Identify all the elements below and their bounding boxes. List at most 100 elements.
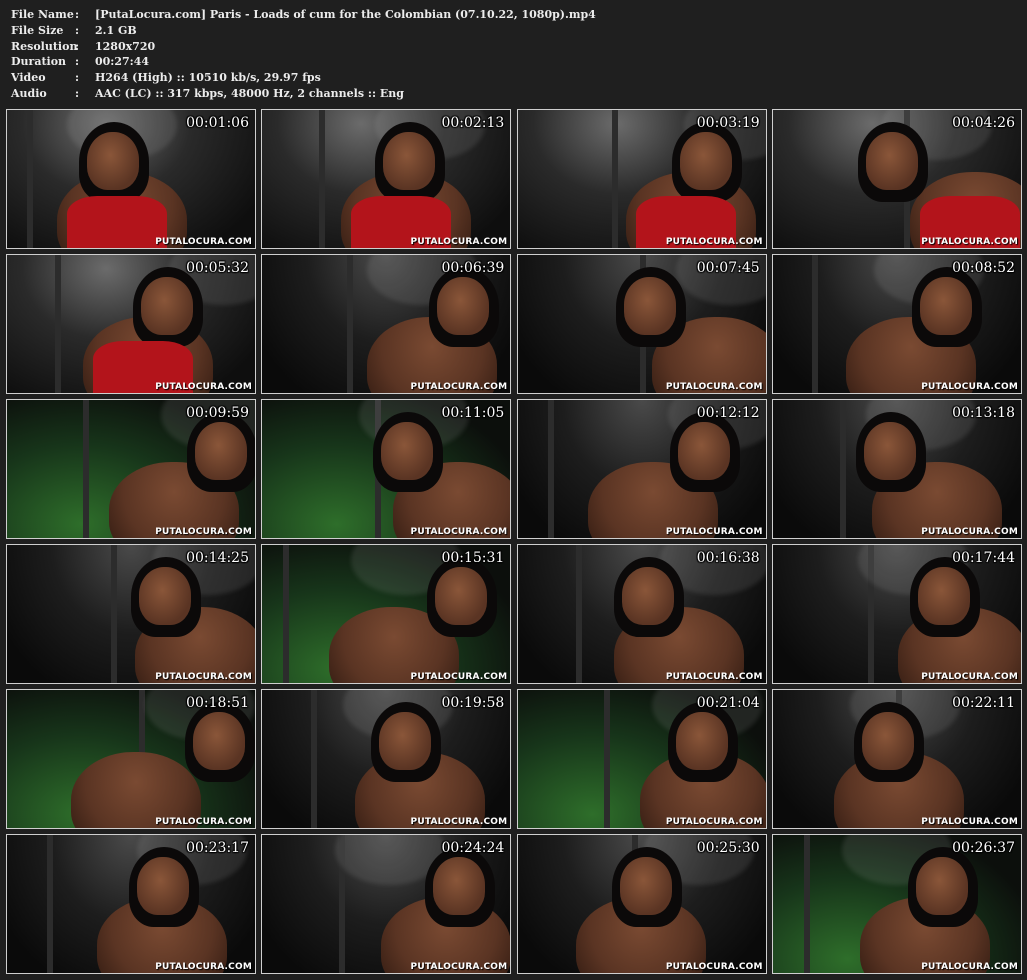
info-row-video: Video : H264 (High) :: 10510 kb/s, 29.97… [11, 70, 596, 86]
watermark-text: PUTALOCURA.COM [921, 817, 1018, 827]
info-row-audio: Audio : AAC (LC) :: 317 kbps, 48000 Hz, … [11, 86, 596, 102]
thumbnail-timestamp: 00:07:45 [696, 260, 760, 276]
info-row-duration: Duration : 00:27:44 [11, 54, 596, 70]
thumbnail-timestamp: 00:02:13 [441, 115, 505, 131]
watermark-text: PUTALOCURA.COM [665, 237, 763, 247]
person-head [917, 567, 970, 625]
file-info-panel: File Name : [PutaLocura.com] Paris - Loa… [11, 7, 596, 102]
booth-wall [319, 110, 326, 248]
watermark-text: PUTALOCURA.COM [665, 382, 763, 392]
info-value: H264 (High) :: 10510 kb/s, 29.97 fps [95, 71, 321, 85]
person-head [87, 132, 139, 190]
thumbnail-timestamp: 00:12:12 [696, 405, 760, 421]
video-thumbnail: 00:09:59 PUTALOCURA.COM [6, 399, 256, 539]
info-key: File Size [11, 23, 64, 37]
person-head [195, 422, 247, 480]
thumbnail-timestamp: 00:17:44 [952, 550, 1015, 566]
watermark-text: PUTALOCURA.COM [665, 527, 763, 537]
watermark-text: PUTALOCURA.COM [155, 527, 252, 537]
person-head [619, 857, 672, 915]
video-thumbnail: 00:16:38 PUTALOCURA.COM [516, 544, 767, 684]
thumbnail-timestamp: 00:25:30 [696, 840, 760, 856]
video-thumbnail: 00:04:26 PUTALOCURA.COM [771, 109, 1022, 249]
watermark-text: PUTALOCURA.COM [921, 672, 1018, 682]
video-thumbnail: 00:14:25 PUTALOCURA.COM [6, 544, 256, 684]
booth-wall [547, 400, 554, 538]
person-head [675, 712, 728, 770]
thumbnail-timestamp: 00:04:26 [952, 115, 1015, 131]
booth-wall [83, 400, 89, 538]
video-thumbnail: 00:11:05 PUTALOCURA.COM [261, 399, 512, 539]
info-row-file-size: File Size : 2.1 GB [11, 23, 596, 39]
booth-wall [811, 255, 818, 393]
thumbnail-timestamp: 00:11:05 [441, 405, 505, 421]
watermark-text: PUTALOCURA.COM [155, 382, 252, 392]
booth-wall [575, 545, 582, 683]
booth-wall [803, 835, 810, 973]
thumbnail-timestamp: 00:18:51 [186, 695, 249, 711]
booth-wall [311, 690, 318, 828]
watermark-text: PUTALOCURA.COM [410, 817, 508, 827]
video-thumbnail: 00:17:44 PUTALOCURA.COM [771, 544, 1022, 684]
person-head [381, 422, 434, 480]
thumbnail-grid: 00:01:06 PUTALOCURA.COM 00:02:13 PUTALOCURA… [6, 109, 1022, 974]
info-separator: : [75, 71, 80, 85]
watermark-text: PUTALOCURA.COM [665, 672, 763, 682]
video-thumbnail: 00:21:04 PUTALOCURA.COM [516, 689, 767, 829]
video-thumbnail: 00:25:30 PUTALOCURA.COM [516, 834, 767, 974]
video-thumbnail: 00:05:32 PUTALOCURA.COM [6, 254, 256, 394]
person-head [141, 277, 193, 335]
thumbnail-timestamp: 00:14:25 [186, 550, 249, 566]
video-thumbnail: 00:01:06 PUTALOCURA.COM [6, 109, 256, 249]
info-separator: : [75, 86, 80, 100]
watermark-text: PUTALOCURA.COM [155, 237, 252, 247]
watermark-text: PUTALOCURA.COM [155, 672, 252, 682]
person-head [865, 132, 918, 190]
person-head [137, 857, 189, 915]
thumbnail-timestamp: 00:16:38 [696, 550, 760, 566]
info-row-resolution: Resolution : 1280x720 [11, 39, 596, 55]
person-head [621, 567, 674, 625]
video-thumbnail: 00:08:52 PUTALOCURA.COM [771, 254, 1022, 394]
booth-wall [111, 545, 117, 683]
info-value: 2.1 GB [95, 23, 137, 37]
person-head [915, 857, 968, 915]
watermark-text: PUTALOCURA.COM [410, 527, 508, 537]
thumbnail-timestamp: 00:15:31 [441, 550, 505, 566]
video-thumbnail: 00:02:13 PUTALOCURA.COM [261, 109, 512, 249]
info-value: [PutaLocura.com] Paris - Loads of cum fo… [95, 8, 596, 21]
video-thumbnail: 00:19:58 PUTALOCURA.COM [261, 689, 512, 829]
info-separator: : [75, 23, 80, 37]
watermark-text: PUTALOCURA.COM [410, 382, 508, 392]
person-head [437, 277, 490, 335]
video-thumbnail: 00:12:12 PUTALOCURA.COM [516, 399, 767, 539]
video-thumbnail: 00:24:24 PUTALOCURA.COM [261, 834, 512, 974]
booth-wall [347, 255, 354, 393]
info-key: Duration [11, 55, 67, 69]
info-separator: : [75, 55, 80, 69]
video-thumbnail: 00:03:19 PUTALOCURA.COM [516, 109, 767, 249]
video-thumbnail: 00:22:11 PUTALOCURA.COM [771, 689, 1022, 829]
thumbnail-timestamp: 00:03:19 [696, 115, 760, 131]
booth-wall [839, 400, 846, 538]
person-head [435, 567, 488, 625]
thumbnail-timestamp: 00:13:18 [952, 405, 1015, 421]
thumbnail-timestamp: 00:21:04 [696, 695, 760, 711]
red-top [67, 196, 167, 248]
video-thumbnail: 00:07:45 PUTALOCURA.COM [516, 254, 767, 394]
thumbnail-timestamp: 00:23:17 [186, 840, 249, 856]
watermark-text: PUTALOCURA.COM [155, 817, 252, 827]
thumbnail-timestamp: 00:08:52 [952, 260, 1015, 276]
booth-wall [611, 110, 618, 248]
person-head [861, 712, 914, 770]
watermark-text: PUTALOCURA.COM [155, 962, 252, 972]
person-head [139, 567, 191, 625]
video-thumbnail: 00:26:37 PUTALOCURA.COM [771, 834, 1022, 974]
watermark-text: PUTALOCURA.COM [410, 962, 508, 972]
watermark-text: PUTALOCURA.COM [410, 672, 508, 682]
thumbnail-timestamp: 00:22:11 [952, 695, 1015, 711]
person-head [919, 277, 972, 335]
person-head [679, 132, 732, 190]
watermark-text: PUTALOCURA.COM [665, 962, 763, 972]
info-key: Resolution [11, 39, 78, 53]
